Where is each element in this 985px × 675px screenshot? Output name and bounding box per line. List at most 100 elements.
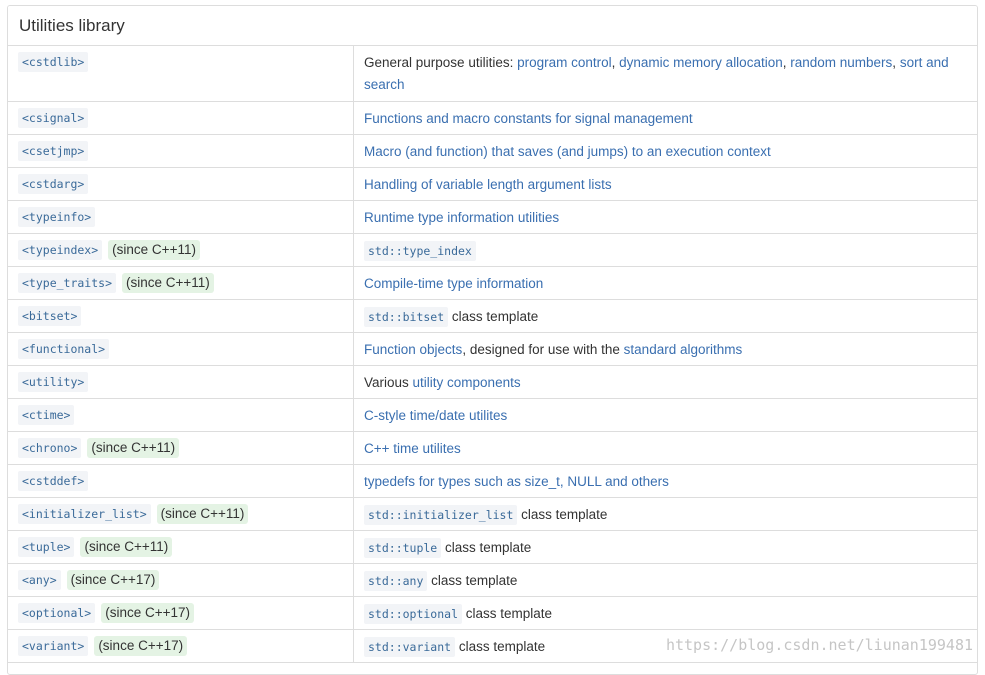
- description-cell: std::any class template: [353, 563, 977, 597]
- description-cell: C++ time utilites: [353, 431, 977, 465]
- description-cell: std::type_index: [353, 233, 977, 267]
- description-code-link[interactable]: std::optional: [364, 604, 463, 624]
- header-cell: <initializer_list> (since C++11): [8, 497, 354, 531]
- description-link[interactable]: Handling of variable length argument lis…: [364, 177, 612, 192]
- header-name-link[interactable]: <typeindex>: [18, 240, 103, 260]
- description-cell: Compile-time type information: [353, 266, 977, 300]
- header-cell: <optional> (since C++17): [8, 596, 354, 630]
- since-badge: (since C++11): [87, 438, 180, 458]
- header-name-link[interactable]: <initializer_list>: [18, 504, 151, 524]
- description-link[interactable]: program control: [517, 55, 612, 70]
- description-cell: Macro (and function) that saves (and jum…: [353, 134, 977, 168]
- description-text: Various: [364, 375, 413, 390]
- table-row: <optional> (since C++17) std::optional cla…: [8, 596, 977, 630]
- description-link[interactable]: Macro (and function) that saves (and jum…: [364, 144, 771, 159]
- description-code-link[interactable]: std::type_index: [364, 241, 476, 261]
- header-name-link[interactable]: <bitset>: [18, 306, 82, 326]
- description-cell: Function objects, designed for use with …: [353, 332, 977, 366]
- since-badge: (since C++11): [108, 240, 200, 260]
- since-badge: (since C++11): [156, 504, 249, 524]
- description-link[interactable]: dynamic memory allocation: [619, 55, 783, 70]
- header-name-link[interactable]: <functional>: [18, 339, 110, 359]
- description-code-link[interactable]: std::initializer_list: [364, 505, 518, 525]
- table-row: <functional> Function objects, designed f…: [8, 332, 977, 366]
- description-link[interactable]: Compile-time type information: [364, 276, 543, 291]
- since-badge: (since C++17): [66, 570, 160, 590]
- description-cell: typedefs for types such as size_t, NULL …: [353, 464, 977, 498]
- table-row: <csignal> Functions and macro constants f…: [8, 101, 977, 135]
- header-cell: <csetjmp>: [8, 134, 354, 168]
- headers-table: <cstdlib> General purpose utilities: prog…: [8, 46, 977, 663]
- description-cell: Runtime type information utilities: [353, 200, 977, 234]
- header-name-link[interactable]: <tuple>: [18, 537, 75, 557]
- description-cell: std::bitset class template: [353, 299, 977, 333]
- header-name-link[interactable]: <typeinfo>: [18, 207, 96, 227]
- description-text: class template: [448, 309, 539, 324]
- watermark: https://blog.csdn.net/liunan199481: [665, 636, 973, 654]
- header-name-link[interactable]: <cstdlib>: [18, 52, 89, 72]
- description-cell: std::initializer_list class template: [353, 497, 977, 531]
- description-code-link[interactable]: std::bitset: [364, 307, 449, 327]
- table-row: <any> (since C++17) std::any class templat…: [8, 563, 977, 597]
- description-link[interactable]: C++ time utilites: [364, 441, 461, 456]
- description-cell: C-style time/date utilites: [353, 398, 977, 432]
- description-code-link[interactable]: std::tuple: [364, 538, 442, 558]
- table-row: <ctime> C-style time/date utilites: [8, 398, 977, 432]
- description-text: class template: [427, 573, 518, 588]
- header-name-link[interactable]: <utility>: [18, 372, 89, 392]
- header-cell: <variant> (since C++17): [8, 629, 354, 663]
- header-name-link[interactable]: <chrono>: [18, 438, 82, 458]
- description-link[interactable]: random numbers: [790, 55, 892, 70]
- description-cell: std::optional class template: [353, 596, 977, 630]
- header-name-link[interactable]: <ctime>: [18, 405, 75, 425]
- header-name-link[interactable]: <csignal>: [18, 108, 89, 128]
- description-cell: std::tuple class template: [353, 530, 977, 564]
- description-link[interactable]: Runtime type information utilities: [364, 210, 559, 225]
- table-row: <typeinfo> Runtime type information utili…: [8, 200, 977, 234]
- since-badge: (since C++11): [122, 273, 214, 293]
- table-row: <cstddef> typedefs for types such as size…: [8, 464, 977, 498]
- header-name-link[interactable]: <csetjmp>: [18, 141, 89, 161]
- table-row: <initializer_list> (since C++11) std::init…: [8, 497, 977, 531]
- since-badge: (since C++17): [94, 636, 188, 656]
- header-name-link[interactable]: <cstddef>: [18, 471, 89, 491]
- description-code-link[interactable]: std::variant: [364, 637, 456, 657]
- description-text: class template: [441, 540, 532, 555]
- description-link[interactable]: typedefs for types such as size_t, NULL …: [364, 474, 669, 489]
- description-link[interactable]: Function objects: [364, 342, 462, 357]
- description-link[interactable]: utility components: [413, 375, 521, 390]
- header-cell: <cstdarg>: [8, 167, 354, 201]
- description-link[interactable]: Functions and macro constants for signal…: [364, 111, 693, 126]
- header-name-link[interactable]: <optional>: [18, 603, 96, 623]
- description-cell: General purpose utilities: program contr…: [353, 46, 977, 102]
- header-cell: <csignal>: [8, 101, 354, 135]
- utilities-panel: Utilities library <cstdlib> General purpo…: [7, 5, 978, 675]
- table-row: <cstdlib> General purpose utilities: prog…: [8, 46, 977, 102]
- header-cell: <bitset>: [8, 299, 354, 333]
- table-row: <tuple> (since C++11) std::tuple class tem…: [8, 530, 977, 564]
- description-text: ,: [892, 55, 900, 70]
- description-text: , designed for use with the: [462, 342, 624, 357]
- description-text: class template: [455, 639, 546, 654]
- header-name-link[interactable]: <cstdarg>: [18, 174, 89, 194]
- description-link[interactable]: C-style time/date utilites: [364, 408, 507, 423]
- table-row: <chrono> (since C++11) C++ time utilites: [8, 431, 977, 465]
- since-badge: (since C++11): [80, 537, 173, 557]
- table-row: <type_traits> (since C++11) Compile-time t…: [8, 266, 977, 300]
- description-cell: Various utility components: [353, 365, 977, 399]
- header-cell: <chrono> (since C++11): [8, 431, 354, 465]
- headers-table-body: <cstdlib> General purpose utilities: prog…: [8, 46, 977, 663]
- table-row: <cstdarg> Handling of variable length arg…: [8, 167, 977, 201]
- description-code-link[interactable]: std::any: [364, 571, 428, 591]
- header-name-link[interactable]: <type_traits>: [18, 273, 117, 293]
- header-name-link[interactable]: <any>: [18, 570, 61, 590]
- header-cell: <utility>: [8, 365, 354, 399]
- table-row: <csetjmp> Macro (and function) that saves…: [8, 134, 977, 168]
- header-name-link[interactable]: <variant>: [18, 636, 89, 656]
- description-link[interactable]: standard algorithms: [624, 342, 743, 357]
- description-cell: Functions and macro constants for signal…: [353, 101, 977, 135]
- header-cell: <typeinfo>: [8, 200, 354, 234]
- header-cell: <any> (since C++17): [8, 563, 354, 597]
- since-badge: (since C++17): [101, 603, 195, 623]
- table-row: <typeindex> (since C++11) std::type_index: [8, 233, 977, 267]
